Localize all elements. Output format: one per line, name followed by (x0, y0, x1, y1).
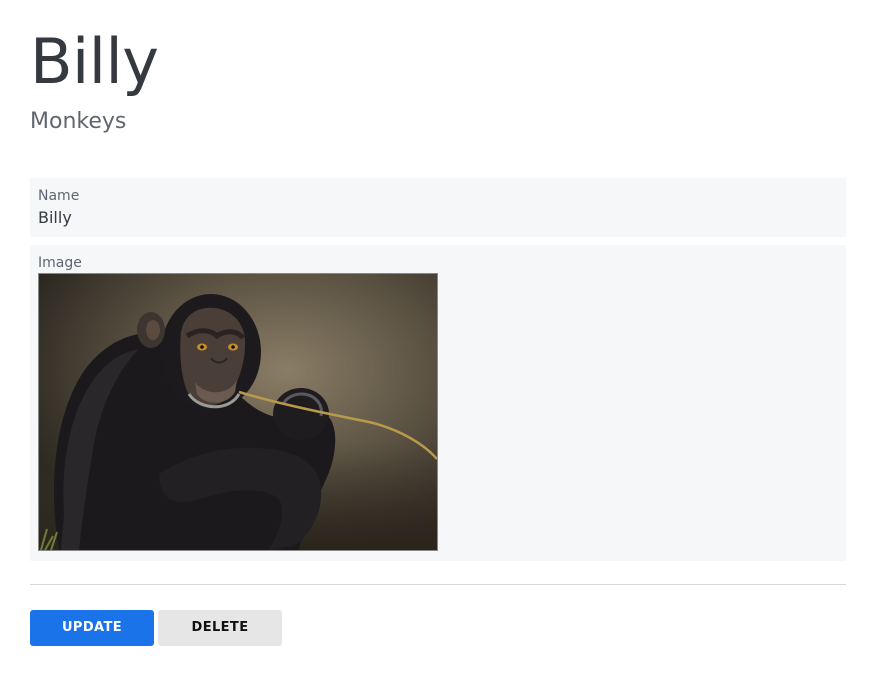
name-field-value: Billy (38, 208, 72, 227)
record-detail-page: Billy Monkeys Name Billy Image UPDATE DE… (0, 0, 889, 691)
chimpanzee-photo (38, 273, 438, 551)
name-field: Name Billy (30, 178, 846, 237)
update-button[interactable]: UPDATE (30, 610, 154, 646)
name-field-label: Name (38, 188, 80, 204)
page-title: Billy (30, 25, 159, 98)
divider (30, 584, 846, 585)
image-field-label: Image (38, 255, 82, 271)
image-field: Image (30, 245, 846, 561)
page-subtitle: Monkeys (30, 109, 127, 134)
delete-button[interactable]: DELETE (158, 610, 282, 646)
